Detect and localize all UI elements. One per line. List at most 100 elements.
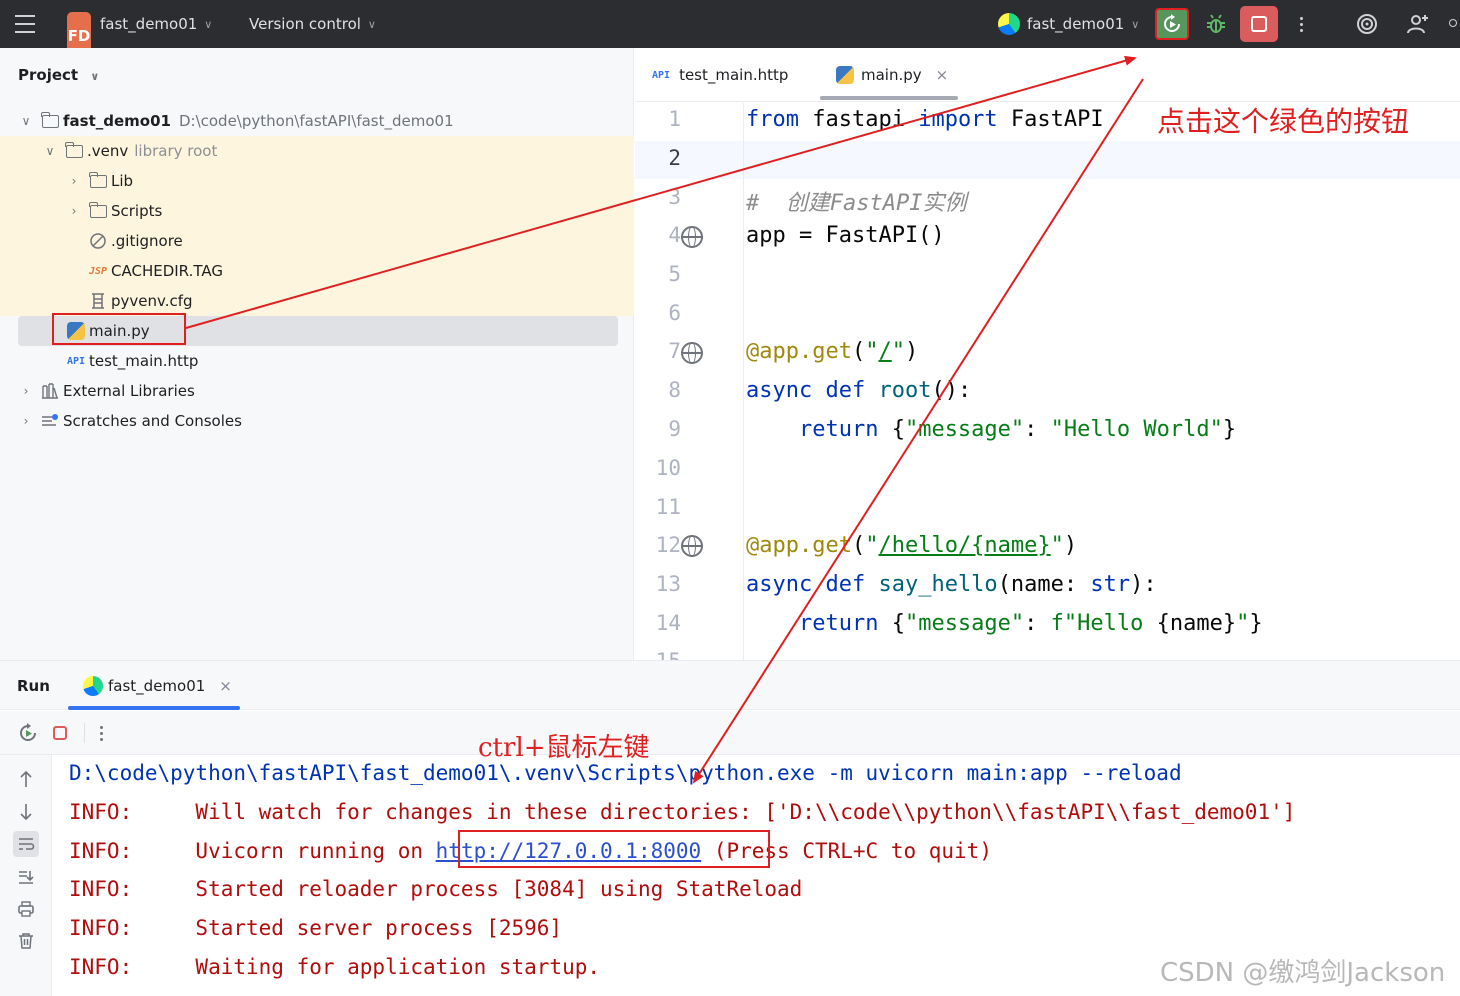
add-user-icon[interactable] — [1404, 10, 1432, 38]
chevron-down-icon: ∨ — [367, 17, 376, 31]
console-line: INFO: Waiting for application startup. — [69, 955, 601, 979]
run-button[interactable] — [1155, 8, 1189, 40]
close-tab-icon[interactable]: × — [219, 677, 232, 695]
line-number: 2 — [668, 146, 681, 170]
line-number: 12 — [655, 533, 681, 557]
endpoint-globe-icon[interactable] — [681, 535, 703, 557]
version-control-menu[interactable]: Version control ∨ — [249, 0, 376, 48]
print-icon[interactable] — [14, 897, 38, 921]
api-file-icon: API — [652, 69, 671, 81]
more-actions-icon[interactable] — [1294, 12, 1308, 36]
arrow-up-icon[interactable] — [14, 767, 38, 791]
code-line-13: async def say_hello(name: str): — [746, 572, 1157, 597]
close-tab-icon[interactable]: × — [936, 66, 949, 84]
tree-item-venv[interactable]: ∨ .venv library root — [44, 136, 217, 166]
run-toolbar — [0, 711, 1460, 755]
code-editor[interactable]: 1 2 3 4 5 6 7 8 9 10 11 12 13 14 15 from… — [635, 103, 1460, 660]
code-line-1: from fastapi import FastAPI — [746, 107, 1104, 132]
tree-item-label: External Libraries — [63, 382, 195, 400]
search-icon[interactable] — [1448, 10, 1460, 38]
chevron-right-icon[interactable]: › — [68, 174, 80, 188]
scratches-icon — [40, 411, 60, 431]
chevron-down-icon[interactable]: ∨ — [20, 114, 32, 128]
run-tool-window-header: Run fast_demo01 × — [0, 660, 1460, 710]
tree-item-label: pyvenv.cfg — [111, 292, 193, 310]
api-file-icon: API — [66, 355, 86, 367]
debug-button[interactable] — [1200, 8, 1232, 40]
rerun-icon — [1164, 14, 1180, 32]
chevron-down-icon: ∨ — [1131, 17, 1140, 31]
fastapi-icon — [83, 676, 103, 696]
arrow-down-icon[interactable] — [14, 800, 38, 824]
tree-item-scripts[interactable]: › Scripts — [68, 196, 162, 226]
gutter-divider — [743, 103, 744, 660]
folder-icon — [40, 111, 60, 131]
annotation-ctrl-click: ctrl+鼠标左键 — [478, 733, 650, 763]
tree-item-test-main-http[interactable]: API test_main.http — [66, 346, 198, 376]
project-switcher[interactable]: fast_demo01 ∨ — [100, 0, 212, 48]
run-tab-fast-demo01[interactable]: fast_demo01 × — [83, 661, 232, 711]
line-number: 11 — [655, 495, 681, 519]
run-config-name: fast_demo01 — [1027, 15, 1125, 33]
line-number: 9 — [668, 417, 681, 441]
tab-label: main.py — [861, 66, 922, 84]
tree-item-gitignore[interactable]: .gitignore — [88, 226, 183, 256]
scroll-to-end-icon[interactable] — [14, 865, 38, 889]
ai-assistant-icon[interactable] — [1353, 10, 1381, 38]
stop-button[interactable] — [1240, 6, 1278, 42]
tree-item-external-libraries[interactable]: › External Libraries — [20, 376, 195, 406]
editor-tab-bar: API test_main.http main.py × — [635, 48, 1460, 102]
endpoint-globe-icon[interactable] — [681, 226, 703, 248]
console-command-line: D:\code\python\fastAPI\fast_demo01\.venv… — [69, 761, 1182, 785]
version-control-label: Version control — [249, 15, 361, 33]
stop-icon[interactable] — [53, 726, 67, 740]
code-line-9: return {"message": "Hello World"} — [746, 417, 1237, 442]
run-panel-title: Run — [17, 677, 50, 695]
rerun-icon[interactable] — [17, 722, 39, 744]
fastapi-icon — [998, 13, 1020, 35]
tree-item-label: Scratches and Consoles — [63, 412, 242, 430]
project-name: fast_demo01 — [100, 15, 198, 33]
tree-item-scratches[interactable]: › Scratches and Consoles — [20, 406, 242, 436]
library-icon — [40, 381, 60, 401]
line-number: 5 — [668, 262, 681, 286]
chevron-down-icon[interactable]: ∨ — [44, 144, 56, 158]
line-number: 14 — [655, 611, 681, 635]
tree-item-lib[interactable]: › Lib — [68, 166, 133, 196]
title-bar: FD fast_demo01 ∨ Version control ∨ fast_… — [0, 0, 1460, 60]
chevron-right-icon[interactable]: › — [68, 204, 80, 218]
config-file-icon — [88, 291, 108, 311]
code-line-4: app = FastAPI() — [746, 223, 945, 248]
line-number: 8 — [668, 378, 681, 402]
project-view-selector[interactable]: Project ∨ — [18, 66, 99, 84]
line-number: 3 — [668, 185, 681, 209]
tree-item-cachedir-tag[interactable]: JSP CACHEDIR.TAG — [88, 256, 223, 286]
current-line-highlight — [635, 141, 1460, 179]
endpoint-globe-icon[interactable] — [681, 342, 703, 364]
tree-item-label: Scripts — [111, 202, 163, 220]
soft-wrap-icon[interactable] — [13, 831, 39, 857]
line-number: 4 — [668, 223, 681, 247]
tab-main-py[interactable]: main.py × — [836, 48, 948, 102]
tree-item-pyvenv-cfg[interactable]: pyvenv.cfg — [88, 286, 193, 316]
trash-icon[interactable] — [14, 929, 38, 953]
more-actions-icon[interactable] — [98, 723, 104, 743]
active-tab-indicator — [820, 96, 958, 100]
code-line-3: # 创建FastAPI实例 — [746, 191, 967, 216]
tree-item-label: .venv — [87, 142, 129, 160]
ignore-file-icon — [88, 231, 108, 251]
chevron-right-icon[interactable]: › — [20, 414, 32, 428]
tab-test-main-http[interactable]: API test_main.http — [652, 48, 788, 102]
folder-icon — [88, 171, 108, 191]
run-tab-label: fast_demo01 — [108, 677, 206, 695]
run-configuration-selector[interactable]: fast_demo01 ∨ — [998, 0, 1139, 48]
tree-item-label: Lib — [111, 172, 134, 190]
bug-icon — [1207, 14, 1225, 33]
project-view-title: Project — [18, 66, 79, 84]
code-line-8: async def root(): — [746, 378, 972, 403]
tree-item-fast-demo01[interactable]: ∨ fast_demo01 D:\code\python\fastAPI\fas… — [20, 106, 454, 136]
main-menu-icon[interactable] — [12, 0, 38, 48]
line-number: 15 — [645, 649, 681, 660]
project-path: D:\code\python\fastAPI\fast_demo01 — [178, 112, 454, 130]
chevron-right-icon[interactable]: › — [20, 384, 32, 398]
